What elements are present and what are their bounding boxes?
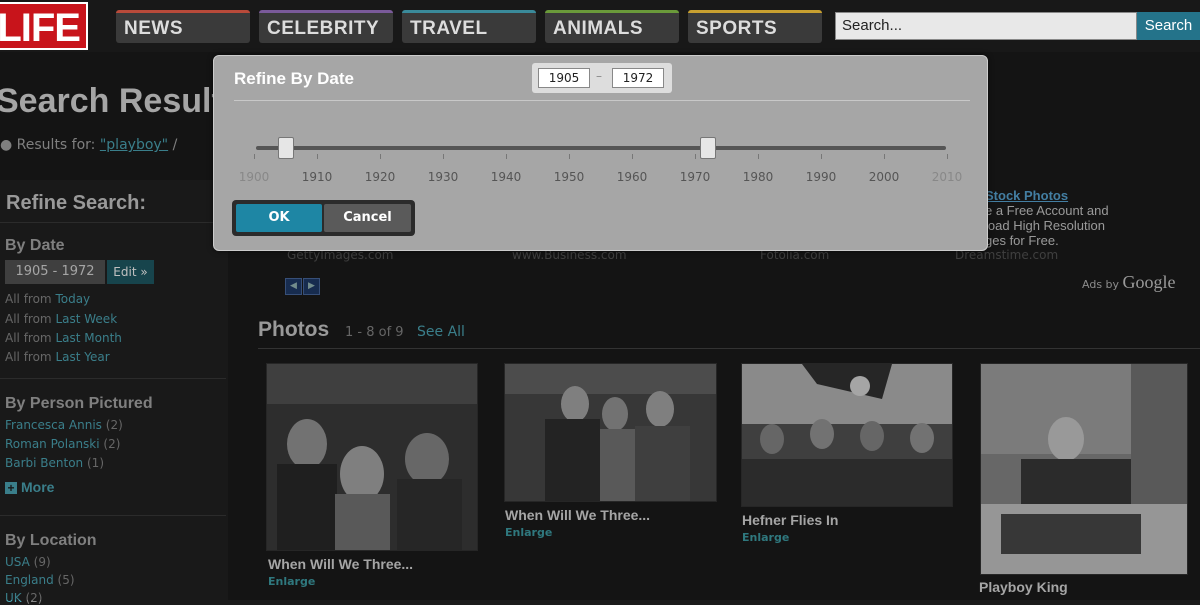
life-logo[interactable]: LIFE [0,2,88,50]
nav-tab-animals[interactable]: ANIMALS [545,10,679,43]
range-separator: – [596,69,602,83]
dialog-title: Refine By Date [234,69,354,88]
nav-tab-news[interactable]: NEWS [116,10,250,43]
slider-tick-label: 1970 [679,170,711,184]
slider-handle-to[interactable] [699,137,716,159]
slider-tick-label: 2000 [868,170,900,184]
slider-tick [821,154,822,159]
nav-tab-label: NEWS [124,18,183,39]
nav-tab-label: CELEBRITY [267,18,380,39]
slider-tick [506,154,507,159]
search-input[interactable]: Search... [835,12,1137,40]
slider-handle-from[interactable] [277,137,294,159]
top-bar: LIFE NEWS CELEBRITY TRAVEL ANIMALS SPORT… [0,0,1200,52]
date-slider-track[interactable] [256,146,946,150]
slider-tick [758,154,759,159]
slider-tick-label: 1930 [427,170,459,184]
nav-tab-label: SPORTS [696,18,778,39]
slider-tick-label: 1900 [238,170,270,184]
refine-by-date-dialog: Refine By Date 1905 – 1972 1900 1910 1920 1… [213,55,988,251]
slider-tick [569,154,570,159]
date-range-inputs: 1905 – 1972 [532,63,672,93]
slider-tick-label: 1950 [553,170,585,184]
cancel-button[interactable]: Cancel [324,204,411,232]
slider-tick [254,154,255,159]
slider-tick [443,154,444,159]
slider-tick [884,154,885,159]
from-year-input[interactable]: 1905 [538,68,590,88]
slider-tick [380,154,381,159]
slider-tick-label: 1920 [364,170,396,184]
search-button[interactable]: Search [1137,12,1200,40]
nav-tab-label: ANIMALS [553,18,644,39]
dialog-divider [234,100,970,101]
slider-tick-label: 2010 [931,170,963,184]
slider-tick-label: 1940 [490,170,522,184]
to-year-input[interactable]: 1972 [612,68,664,88]
slider-tick-label: 1910 [301,170,333,184]
ok-button[interactable]: OK [236,204,322,232]
slider-tick [317,154,318,159]
nav-tab-sports[interactable]: SPORTS [688,10,822,43]
slider-tick [947,154,948,159]
slider-tick [632,154,633,159]
dialog-buttons: OK Cancel [232,200,415,236]
slider-tick-label: 1960 [616,170,648,184]
slider-tick-label: 1980 [742,170,774,184]
nav-tab-travel[interactable]: TRAVEL [402,10,536,43]
nav-tab-celebrity[interactable]: CELEBRITY [259,10,393,43]
nav-tab-label: TRAVEL [410,18,488,39]
slider-tick-label: 1990 [805,170,837,184]
slider-tick [695,154,696,159]
